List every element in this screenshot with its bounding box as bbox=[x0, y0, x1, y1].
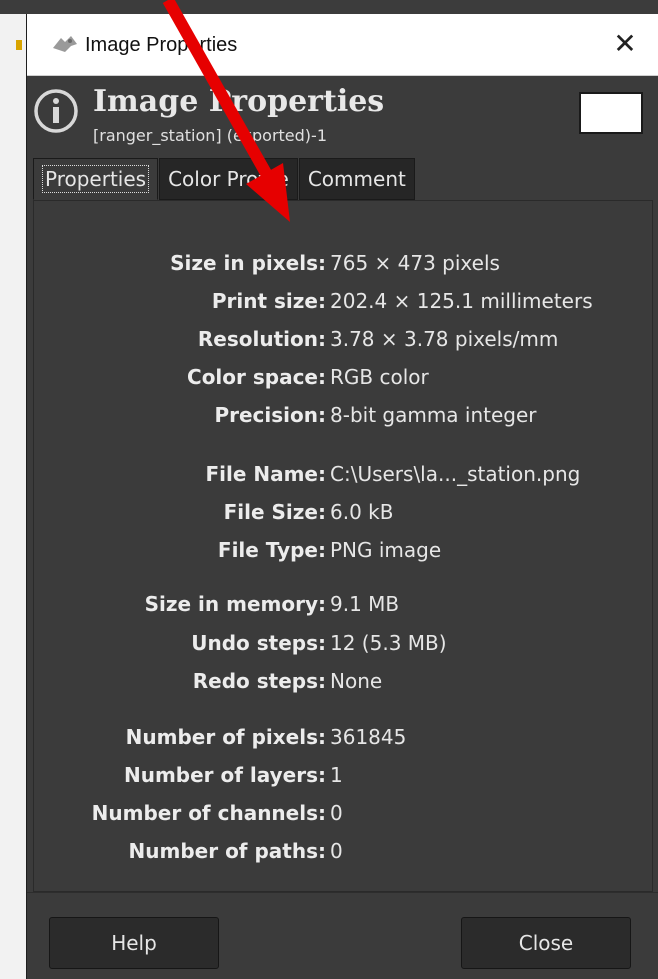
property-label: File Name: bbox=[205, 462, 326, 486]
property-row: Print size: 202.4 × 125.1 millimeters bbox=[34, 289, 654, 319]
close-button[interactable]: Close bbox=[461, 917, 631, 969]
info-icon bbox=[34, 89, 78, 133]
header-title: Image Properties bbox=[93, 84, 385, 119]
property-label: Number of paths: bbox=[128, 839, 326, 863]
property-row: Size in memory: 9.1 MB bbox=[34, 592, 654, 622]
property-label: Color space: bbox=[187, 365, 326, 389]
property-label: Redo steps: bbox=[192, 669, 326, 693]
tab-color-profile-label: Color Profile bbox=[168, 167, 289, 191]
gimp-app-icon bbox=[53, 36, 77, 52]
property-value: 0 bbox=[330, 801, 343, 825]
property-row: Number of layers: 1 bbox=[34, 763, 654, 793]
property-row: Number of channels: 0 bbox=[34, 801, 654, 831]
property-value: 0 bbox=[330, 839, 343, 863]
property-row: Undo steps: 12 (5.3 MB) bbox=[34, 631, 654, 661]
properties-panel: Size in pixels: 765 × 473 pixels Print s… bbox=[33, 200, 653, 892]
image-preview-thumbnail bbox=[579, 92, 643, 134]
tab-comment-label: Comment bbox=[307, 167, 406, 191]
tab-properties-label: Properties bbox=[42, 165, 150, 193]
property-value: None bbox=[330, 669, 383, 693]
property-label: File Size: bbox=[223, 500, 326, 524]
property-row: Resolution: 3.78 × 3.78 pixels/mm bbox=[34, 327, 654, 357]
property-label: Size in pixels: bbox=[170, 251, 326, 275]
property-value: 8-bit gamma integer bbox=[330, 403, 537, 427]
property-value: 3.78 × 3.78 pixels/mm bbox=[330, 327, 559, 351]
property-row: File Size: 6.0 kB bbox=[34, 500, 654, 530]
property-value: 12 (5.3 MB) bbox=[330, 631, 447, 655]
close-icon: ✕ bbox=[613, 27, 637, 60]
property-label: Resolution: bbox=[197, 327, 326, 351]
dialog-header: Image Properties [ranger_station] (expor… bbox=[27, 76, 658, 162]
dialog-button-bar: Help Close bbox=[27, 892, 658, 979]
property-label: File Type: bbox=[217, 538, 326, 562]
tab-bar: Properties Color Profile Comment bbox=[33, 158, 416, 200]
property-value: 765 × 473 pixels bbox=[330, 251, 500, 275]
background-marker bbox=[16, 40, 22, 50]
title-bar[interactable]: Image Properties ✕ bbox=[27, 14, 658, 76]
image-name-subtitle: [ranger_station] (exported)-1 bbox=[93, 126, 327, 145]
property-label: Number of channels: bbox=[91, 801, 326, 825]
property-label: Precision: bbox=[214, 403, 326, 427]
property-value: PNG image bbox=[330, 538, 442, 562]
property-row: Number of pixels: 361845 bbox=[34, 725, 654, 755]
property-label: Undo steps: bbox=[191, 631, 326, 655]
property-row: Size in pixels: 765 × 473 pixels bbox=[34, 251, 654, 281]
property-value: 6.0 kB bbox=[330, 500, 394, 524]
property-value: 9.1 MB bbox=[330, 592, 400, 616]
property-label: Number of pixels: bbox=[125, 725, 326, 749]
property-row: Number of paths: 0 bbox=[34, 839, 654, 869]
background-window-edge bbox=[0, 14, 26, 979]
property-row: File Name: C:\Users\la..._station.png bbox=[34, 462, 654, 492]
property-label: Print size: bbox=[211, 289, 326, 313]
property-value: C:\Users\la..._station.png bbox=[330, 462, 581, 486]
property-label: Number of layers: bbox=[123, 763, 326, 787]
window-title: Image Properties bbox=[85, 34, 238, 56]
property-row: File Type: PNG image bbox=[34, 538, 654, 568]
property-row: Precision: 8-bit gamma integer bbox=[34, 403, 654, 433]
background-window-strip bbox=[0, 0, 658, 14]
property-row: Color space: RGB color bbox=[34, 365, 654, 395]
property-value: 202.4 × 125.1 millimeters bbox=[330, 289, 593, 313]
image-properties-dialog: Image Properties ✕ Image Properties [ran… bbox=[26, 14, 658, 979]
property-label: Size in memory: bbox=[144, 592, 326, 616]
tab-comment[interactable]: Comment bbox=[298, 158, 415, 200]
property-value: 361845 bbox=[330, 725, 407, 749]
property-value: RGB color bbox=[330, 365, 429, 389]
property-value: 1 bbox=[330, 763, 343, 787]
tab-properties[interactable]: Properties bbox=[33, 158, 159, 200]
help-button[interactable]: Help bbox=[49, 917, 219, 969]
close-window-button[interactable]: ✕ bbox=[609, 28, 641, 60]
property-row: Redo steps: None bbox=[34, 669, 654, 699]
tab-color-profile[interactable]: Color Profile bbox=[159, 158, 298, 200]
